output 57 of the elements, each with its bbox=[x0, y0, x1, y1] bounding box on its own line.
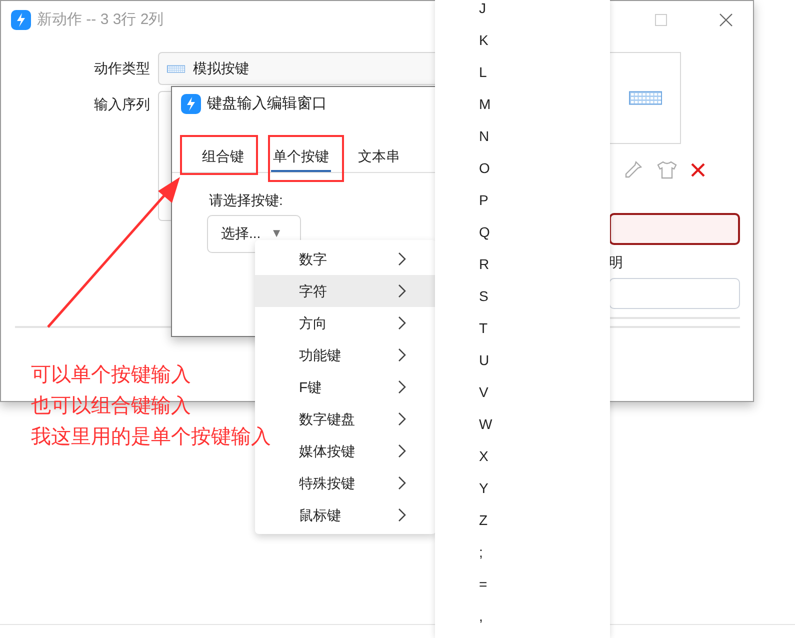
menu-item[interactable]: F键 bbox=[255, 371, 436, 403]
menu-item[interactable]: R bbox=[479, 256, 490, 272]
chevron-right-icon bbox=[398, 444, 406, 458]
shirt-icon[interactable] bbox=[657, 161, 677, 179]
menu-item[interactable]: 字符 bbox=[255, 275, 436, 307]
menu-item[interactable]: X bbox=[479, 448, 488, 464]
app-logo-icon bbox=[11, 10, 31, 30]
close-button[interactable] bbox=[719, 13, 733, 27]
maximize-button[interactable] bbox=[655, 14, 667, 26]
tab[interactable]: 文本串 bbox=[356, 147, 402, 172]
menu-item[interactable]: K bbox=[479, 32, 488, 48]
menu-item[interactable]: Z bbox=[479, 512, 488, 528]
menu-item[interactable]: ; bbox=[479, 544, 483, 560]
menu-item[interactable]: O bbox=[479, 160, 490, 176]
menu-item[interactable]: 方向 bbox=[255, 307, 436, 339]
prompt-text: 请选择按键: bbox=[209, 191, 284, 209]
dialog-title: 键盘输入编辑窗口 bbox=[207, 94, 327, 114]
keyboard-icon bbox=[167, 64, 185, 72]
menu-item[interactable]: L bbox=[479, 64, 487, 80]
annotation-text: 可以单个按键输入 bbox=[31, 363, 192, 388]
tab[interactable]: 组合键 bbox=[200, 147, 246, 172]
menu-item[interactable]: J bbox=[479, 0, 486, 16]
chevron-right-icon bbox=[398, 476, 406, 490]
chevron-right-icon bbox=[398, 412, 406, 426]
name-field[interactable] bbox=[609, 213, 740, 245]
menu-item[interactable]: W bbox=[479, 416, 492, 432]
annotation-text: 我这里用的是单个按键输入 bbox=[31, 425, 271, 450]
menu-item[interactable]: V bbox=[479, 384, 488, 400]
menu-item[interactable]: P bbox=[479, 192, 488, 208]
menu-item[interactable]: T bbox=[479, 320, 488, 336]
menu-item[interactable]: , bbox=[479, 608, 483, 624]
menu-item[interactable]: 特殊按键 bbox=[255, 467, 436, 499]
chevron-right-icon bbox=[398, 380, 406, 394]
chevron-right-icon bbox=[398, 348, 406, 362]
menu-item[interactable]: Q bbox=[479, 224, 490, 240]
menu-item[interactable]: 功能键 bbox=[255, 339, 436, 371]
menu-item[interactable]: 鼠标键 bbox=[255, 499, 436, 531]
menu-item[interactable]: Y bbox=[479, 480, 488, 496]
field-label: 动作类型 bbox=[93, 59, 151, 78]
app-logo-icon bbox=[181, 94, 201, 114]
chevron-right-icon bbox=[398, 316, 406, 330]
delete-icon[interactable] bbox=[691, 163, 705, 177]
menu-item[interactable]: = bbox=[479, 576, 488, 592]
menu-item[interactable]: U bbox=[479, 352, 490, 368]
menu-item[interactable]: S bbox=[479, 288, 488, 304]
menu-item[interactable]: M bbox=[479, 96, 491, 112]
field-label: 明 bbox=[609, 253, 624, 271]
field-label: 输入序列 bbox=[93, 95, 151, 114]
menu-item[interactable]: N bbox=[479, 128, 490, 144]
keyboard-icon bbox=[628, 91, 662, 105]
chevron-right-icon bbox=[398, 252, 406, 266]
window-title: 新动作 -- 3 3行 2列 bbox=[37, 10, 164, 30]
chevron-right-icon bbox=[398, 508, 406, 522]
annotation-text: 也可以组合键输入 bbox=[31, 394, 192, 419]
eyedropper-icon[interactable] bbox=[623, 160, 643, 180]
tab[interactable]: 单个按键 bbox=[271, 147, 331, 172]
chevron-right-icon bbox=[398, 284, 406, 298]
